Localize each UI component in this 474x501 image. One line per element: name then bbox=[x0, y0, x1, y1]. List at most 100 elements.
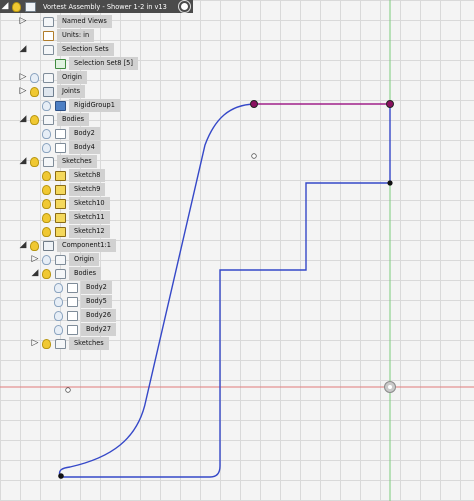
browser-node-label: Bodies bbox=[69, 267, 102, 280]
browser-node-component1[interactable]: ◢ Component1:1 bbox=[18, 239, 116, 252]
expanded-arrow-icon[interactable]: ◢ bbox=[30, 267, 40, 280]
lightbulb-icon[interactable] bbox=[42, 338, 51, 349]
browser-node-label: Selection Sets bbox=[57, 43, 114, 56]
expanded-arrow-icon[interactable]: ◢ bbox=[18, 155, 28, 168]
sketch-point-selected[interactable] bbox=[386, 100, 394, 108]
browser-node-label: Bodies bbox=[57, 113, 90, 126]
origin-icon bbox=[384, 381, 396, 393]
lightbulb-icon[interactable] bbox=[30, 156, 39, 167]
sketch-icon bbox=[55, 198, 66, 209]
browser-node-units[interactable]: Units: in bbox=[18, 29, 95, 42]
sketch-point[interactable] bbox=[387, 180, 393, 186]
folder-icon bbox=[43, 72, 54, 83]
arc-center-point[interactable] bbox=[251, 153, 257, 159]
joint-icon bbox=[43, 86, 54, 97]
browser-node-comp-body2[interactable]: Body2 bbox=[42, 281, 112, 294]
rigid-icon bbox=[55, 100, 66, 111]
browser-node-joints[interactable]: ▷ Joints bbox=[18, 85, 86, 98]
browser-node-label: Sketch11 bbox=[69, 211, 110, 224]
browser-node-label: Body5 bbox=[81, 295, 112, 308]
lightbulb-icon[interactable] bbox=[42, 100, 51, 111]
lightbulb-icon[interactable] bbox=[30, 240, 39, 251]
comp-icon bbox=[43, 240, 54, 251]
sketch-icon bbox=[55, 212, 66, 223]
lightbulb-icon[interactable] bbox=[42, 198, 51, 209]
lightbulb-icon[interactable] bbox=[42, 254, 51, 265]
expanded-arrow-icon[interactable]: ◢ bbox=[18, 113, 28, 126]
collapsed-arrow-icon[interactable]: ▷ bbox=[18, 85, 28, 98]
browser-node-label: Body26 bbox=[81, 309, 117, 322]
folder-icon bbox=[43, 156, 54, 167]
lightbulb-icon[interactable] bbox=[42, 212, 51, 223]
body-icon bbox=[67, 296, 78, 307]
lightbulb-icon[interactable] bbox=[42, 268, 51, 279]
browser-node-sketch10[interactable]: Sketch10 bbox=[30, 197, 110, 210]
browser-tree: ◢ Vortest Assembly - Shower 1-2 in v13 ▷… bbox=[0, 0, 200, 360]
browser-node-body2[interactable]: Body2 bbox=[30, 127, 100, 140]
folder-icon bbox=[55, 254, 66, 265]
browser-node-label: Origin bbox=[57, 71, 87, 84]
browser-node-comp-origin[interactable]: ▷ Origin bbox=[30, 253, 99, 266]
lightbulb-icon[interactable] bbox=[30, 114, 39, 125]
browser-node-sketches[interactable]: ◢ Sketches bbox=[18, 155, 97, 168]
browser-node-sketch11[interactable]: Sketch11 bbox=[30, 211, 110, 224]
body-icon bbox=[55, 128, 66, 139]
body-icon bbox=[67, 310, 78, 321]
lightbulb-icon[interactable] bbox=[30, 86, 39, 97]
browser-header[interactable]: ◢ Vortest Assembly - Shower 1-2 in v13 bbox=[0, 0, 193, 13]
body-icon bbox=[55, 142, 66, 153]
lightbulb-icon[interactable] bbox=[12, 1, 21, 12]
browser-node-label: Units: in bbox=[57, 29, 95, 42]
browser-node-comp-bodies[interactable]: ◢ Bodies bbox=[30, 267, 102, 280]
browser-node-body4[interactable]: Body4 bbox=[30, 141, 100, 154]
units-icon bbox=[43, 30, 54, 41]
browser-node-sketch8[interactable]: Sketch8 bbox=[30, 169, 106, 182]
browser-node-sketch12[interactable]: Sketch12 bbox=[30, 225, 110, 238]
lightbulb-icon[interactable] bbox=[42, 170, 51, 181]
collapsed-arrow-icon[interactable]: ▷ bbox=[18, 15, 28, 28]
browser-node-label: Body2 bbox=[81, 281, 112, 294]
arc-center-point[interactable] bbox=[65, 387, 71, 393]
browser-node-named-views[interactable]: ▷ Named Views bbox=[18, 15, 112, 28]
browser-node-label: Body2 bbox=[69, 127, 100, 140]
folder-icon bbox=[55, 268, 66, 279]
browser-node-label: RigidGroup1 bbox=[69, 99, 120, 112]
collapsed-arrow-icon[interactable]: ▷ bbox=[18, 71, 28, 84]
lightbulb-icon[interactable] bbox=[42, 184, 51, 195]
lightbulb-icon[interactable] bbox=[54, 296, 63, 307]
activate-radio-icon[interactable] bbox=[179, 1, 190, 12]
browser-node-label: Sketch10 bbox=[69, 197, 110, 210]
expanded-arrow-icon[interactable]: ◢ bbox=[18, 239, 28, 252]
browser-node-selection-set8[interactable]: Selection Set8 [5] bbox=[30, 57, 138, 70]
browser-node-label: Sketch8 bbox=[69, 169, 106, 182]
browser-node-origin[interactable]: ▷ Origin bbox=[18, 71, 87, 84]
browser-node-bodies[interactable]: ◢ Bodies bbox=[18, 113, 90, 126]
browser-node-sketch9[interactable]: Sketch9 bbox=[30, 183, 106, 196]
document-icon bbox=[25, 1, 36, 12]
browser-node-label: Sketches bbox=[69, 337, 109, 350]
lightbulb-icon[interactable] bbox=[42, 128, 51, 139]
collapsed-arrow-icon[interactable]: ▷ bbox=[30, 337, 40, 350]
collapse-arrow-icon[interactable]: ◢ bbox=[0, 0, 10, 13]
browser-node-label: Named Views bbox=[57, 15, 112, 28]
collapsed-arrow-icon[interactable]: ▷ bbox=[30, 253, 40, 266]
lightbulb-icon[interactable] bbox=[54, 282, 63, 293]
lightbulb-icon[interactable] bbox=[54, 324, 63, 335]
document-title: Vortest Assembly - Shower 1-2 in v13 bbox=[43, 2, 167, 11]
body-icon bbox=[67, 282, 78, 293]
browser-node-comp-sketches[interactable]: ▷ Sketches bbox=[30, 337, 109, 350]
browser-node-comp-body5[interactable]: Body5 bbox=[42, 295, 112, 308]
lightbulb-icon[interactable] bbox=[54, 310, 63, 321]
lightbulb-icon[interactable] bbox=[42, 142, 51, 153]
browser-node-comp-body26[interactable]: Body26 bbox=[42, 309, 117, 322]
lightbulb-icon[interactable] bbox=[30, 72, 39, 83]
browser-node-selection-sets[interactable]: ◢ Selection Sets bbox=[18, 43, 114, 56]
browser-node-comp-body27[interactable]: Body27 bbox=[42, 323, 117, 336]
sketch-point[interactable] bbox=[58, 473, 64, 479]
expanded-arrow-icon[interactable]: ◢ bbox=[18, 43, 28, 56]
browser-node-label: Body27 bbox=[81, 323, 117, 336]
sketch-point-selected[interactable] bbox=[250, 100, 258, 108]
sketch-icon bbox=[55, 170, 66, 181]
browser-node-rigidgroup1[interactable]: RigidGroup1 bbox=[30, 99, 120, 112]
lightbulb-icon[interactable] bbox=[42, 226, 51, 237]
